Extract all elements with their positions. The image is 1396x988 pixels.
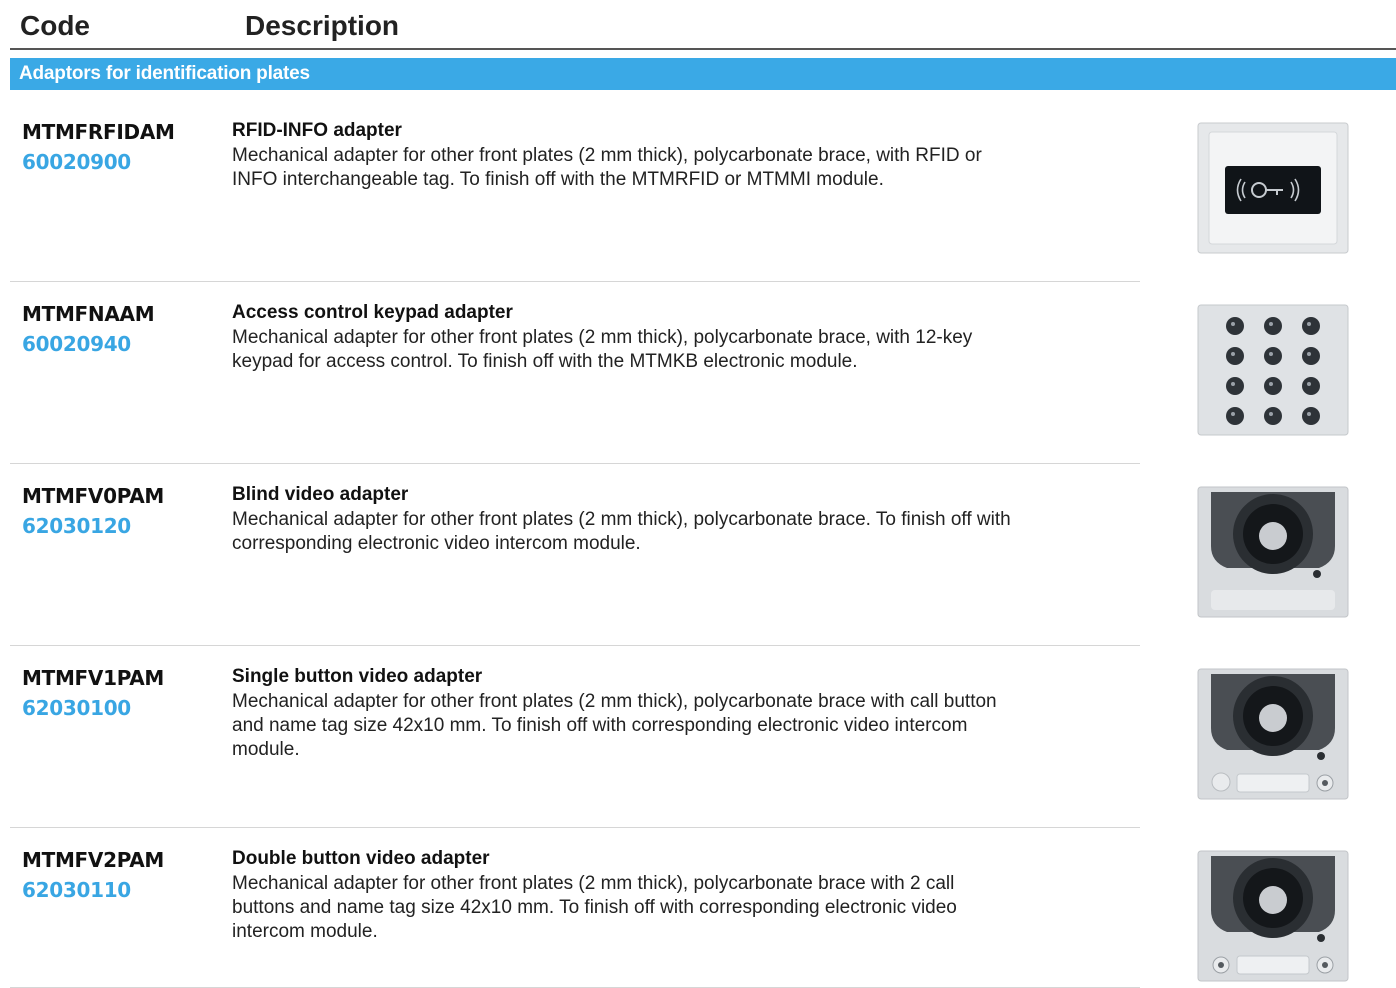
product-code: MTMFV1PAM xyxy=(22,666,165,690)
product-row: MTMFV0PAM 62030120 Blind video adapter M… xyxy=(0,464,1396,646)
product-code: MTMFRFIDAM xyxy=(22,120,175,144)
code-column-header: Code xyxy=(20,10,90,41)
product-title: RFID-INFO adapter xyxy=(232,120,402,141)
header-divider xyxy=(10,48,1396,50)
video-double-button-image xyxy=(1197,850,1349,982)
product-code: MTMFV0PAM xyxy=(22,484,165,508)
product-title: Single button video adapter xyxy=(232,666,483,687)
rfid-reader-image xyxy=(1197,122,1349,254)
product-code: MTMFV2PAM xyxy=(22,848,165,872)
product-description: Mechanical adapter for other front plate… xyxy=(232,873,957,942)
product-row: MTMFV2PAM 62030110 Double button video a… xyxy=(0,828,1396,988)
product-description: Mechanical adapter for other front plate… xyxy=(232,509,1011,554)
product-row: MTMFV1PAM 62030100 Single button video a… xyxy=(0,646,1396,828)
video-single-button-image xyxy=(1197,668,1349,800)
keypad-image xyxy=(1197,304,1349,436)
product-title: Access control keypad adapter xyxy=(232,302,513,323)
product-number: 62030100 xyxy=(22,696,131,720)
product-title: Double button video adapter xyxy=(232,848,490,869)
product-number: 62030110 xyxy=(22,878,131,902)
product-row: MTMFRFIDAM 60020900 RFID-INFO adapter Me… xyxy=(0,100,1396,282)
product-number: 60020940 xyxy=(22,332,131,356)
product-row: MTMFNAAM 60020940 Access control keypad … xyxy=(0,282,1396,464)
product-description: Mechanical adapter for other front plate… xyxy=(232,327,973,372)
product-code: MTMFNAAM xyxy=(22,302,155,326)
product-number: 62030120 xyxy=(22,514,131,538)
product-title: Blind video adapter xyxy=(232,484,409,505)
table-header: Code Description xyxy=(0,0,1396,50)
description-column-header: Description xyxy=(245,10,400,41)
video-module-image xyxy=(1197,486,1349,618)
product-number: 60020900 xyxy=(22,150,131,174)
section-band: Adaptors for identification plates xyxy=(10,58,1396,90)
product-description: Mechanical adapter for other front plate… xyxy=(232,691,997,760)
section-title: Adaptors for identification plates xyxy=(19,63,310,84)
product-description: Mechanical adapter for other front plate… xyxy=(232,145,982,190)
